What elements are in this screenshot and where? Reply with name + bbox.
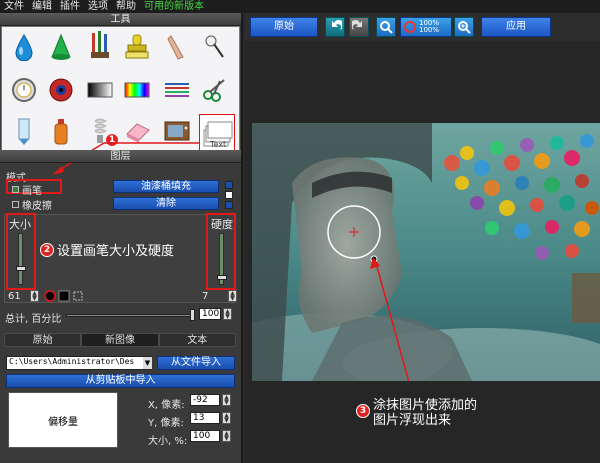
- offset-y-label: Y, 像素:: [148, 418, 184, 429]
- tab-text[interactable]: 文本: [158, 333, 236, 347]
- offset-size-input[interactable]: 100: [190, 430, 220, 442]
- tools-header: 工具: [0, 13, 241, 26]
- color-bar-icon[interactable]: [122, 75, 152, 105]
- cone-icon[interactable]: [46, 32, 76, 62]
- photo-image: [252, 123, 600, 381]
- fill-button[interactable]: 油漆桶填充: [113, 180, 219, 193]
- hardness-slider-thumb[interactable]: [217, 274, 227, 280]
- size-slider[interactable]: [16, 233, 26, 285]
- annotation-2-text: 设置画笔大小及硬度: [57, 244, 175, 259]
- gradient-icon[interactable]: [85, 75, 115, 105]
- layer-mini-toggle-2[interactable]: [225, 191, 233, 199]
- size-spinner[interactable]: ▲ ▼: [30, 290, 39, 302]
- annotation-3-badge: 3: [356, 404, 370, 418]
- pin-icon[interactable]: [200, 32, 230, 62]
- finger-smudge-icon[interactable]: [162, 32, 192, 62]
- menu-new-version[interactable]: 可用的新版本: [140, 0, 208, 13]
- offset-x-spinner[interactable]: ▲ ▼: [222, 394, 231, 406]
- offset-size-label: 大小, %:: [148, 436, 188, 447]
- canvas-photo[interactable]: [252, 123, 600, 381]
- water-drop-icon[interactable]: [9, 32, 39, 62]
- hardness-spinner[interactable]: ▲ ▼: [228, 290, 237, 302]
- size-value: 61: [8, 291, 21, 302]
- annotation-3: 3 涂抹图片使添加的 图片浮现出来: [356, 398, 477, 428]
- brush-shape-square-icon[interactable]: [58, 290, 70, 302]
- opacity-input[interactable]: 100: [199, 308, 221, 320]
- eraser-option-label: 橡皮擦: [22, 201, 52, 212]
- lines-icon[interactable]: [162, 75, 192, 105]
- path-dropdown-arrow[interactable]: ▼: [143, 357, 152, 369]
- menu-file[interactable]: 文件: [0, 0, 28, 13]
- opacity-slider-thumb[interactable]: [190, 309, 195, 321]
- layer-header: 图层: [0, 150, 241, 163]
- clear-button[interactable]: 清除: [113, 197, 219, 210]
- clock-icon[interactable]: [9, 75, 39, 105]
- scissors-icon[interactable]: [200, 75, 230, 105]
- brush-shape-dotted-icon[interactable]: [72, 290, 84, 302]
- eraser-checkbox[interactable]: [12, 201, 19, 208]
- layer-mini-toggle-1[interactable]: [225, 181, 233, 189]
- offset-y-input[interactable]: 13: [190, 412, 220, 424]
- menu-options[interactable]: 选项: [84, 0, 112, 13]
- undo-icon[interactable]: [325, 17, 345, 37]
- size-label: 大小: [9, 218, 31, 231]
- paintbrushes-icon[interactable]: [85, 30, 115, 60]
- opacity-spinner[interactable]: ▲ ▼: [223, 308, 232, 320]
- menu-bar: 文件 编辑 插件 选项 帮助 可用的新版本: [0, 0, 600, 13]
- hardness-label: 硬度: [211, 218, 233, 231]
- tube-icon[interactable]: [9, 117, 39, 147]
- menu-help[interactable]: 帮助: [112, 0, 140, 13]
- image-tabs: 原始 新图像 文本: [4, 333, 236, 347]
- import-from-clipboard-button[interactable]: 从剪贴板中导入: [6, 374, 235, 388]
- stamp-icon[interactable]: [122, 32, 152, 62]
- size-slider-thumb[interactable]: [16, 265, 26, 271]
- tab-original[interactable]: 原始: [4, 333, 82, 347]
- zoom-100-icon[interactable]: 100% 100%: [400, 17, 452, 37]
- redo-icon[interactable]: [349, 17, 369, 37]
- hardness-slider[interactable]: [217, 233, 227, 285]
- hardness-value: 7: [202, 291, 209, 302]
- brush-option-label: 画笔: [22, 186, 42, 197]
- annotation-3-line1: 涂抹图片使添加的: [373, 398, 478, 413]
- apply-button[interactable]: 应用: [481, 17, 551, 37]
- brush-shape-round-icon[interactable]: [44, 290, 56, 302]
- layer-mini-toggle-3[interactable]: [225, 201, 233, 209]
- annotation-2-badge: 2: [40, 242, 54, 257]
- menu-edit[interactable]: 编辑: [28, 0, 56, 13]
- tab-new-image[interactable]: 新图像: [81, 333, 159, 347]
- offset-y-spinner[interactable]: ▲ ▼: [222, 412, 231, 424]
- brush-checkbox[interactable]: [12, 186, 19, 193]
- menu-plugins[interactable]: 插件: [56, 0, 84, 13]
- offset-x-input[interactable]: -92: [190, 394, 220, 406]
- original-button[interactable]: 原始: [250, 17, 318, 37]
- zoom-100-label-bottom: 100%: [419, 26, 440, 34]
- offset-x-label: X, 像素:: [148, 400, 185, 411]
- opacity-slider[interactable]: [66, 314, 194, 317]
- import-from-file-button[interactable]: 从文件导入: [157, 356, 235, 370]
- annotation-2: 2 设置画笔大小及硬度: [40, 240, 174, 259]
- eraser-option[interactable]: 橡皮擦: [12, 197, 52, 212]
- zoom-in-icon[interactable]: [454, 17, 474, 37]
- zoom-fit-icon[interactable]: [376, 17, 396, 37]
- opacity-label: 总计, 百分比: [5, 314, 62, 325]
- annotation-3-line2: 图片浮现出来: [373, 413, 452, 428]
- eye-icon[interactable]: [46, 75, 76, 105]
- image-path-input[interactable]: C:\Users\Administrator\Des: [6, 356, 152, 370]
- offset-preview-box[interactable]: 偏移量: [8, 392, 118, 448]
- brush-option[interactable]: 画笔: [12, 182, 42, 197]
- offset-size-spinner[interactable]: ▲ ▼: [222, 430, 231, 442]
